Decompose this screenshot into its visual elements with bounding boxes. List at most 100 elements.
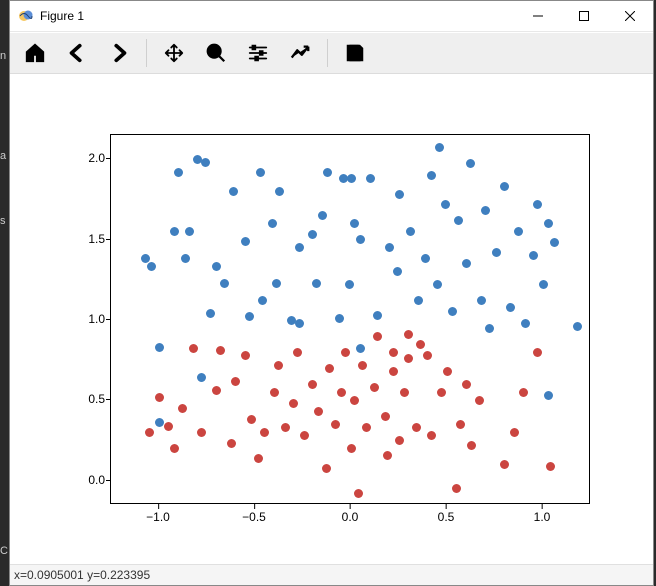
scatter-point-blue (295, 243, 304, 252)
scatter-point-blue (350, 219, 359, 228)
window-close-button[interactable] (607, 1, 653, 31)
scatter-point-blue (147, 262, 156, 271)
line-chart-icon (289, 42, 311, 64)
scatter-point-blue (245, 312, 254, 321)
scatter-point-blue (395, 190, 404, 199)
sliders-icon (247, 42, 269, 64)
toolbar-back-button[interactable] (57, 35, 97, 71)
toolbar-pan-button[interactable] (154, 35, 194, 71)
scatter-point-blue (514, 227, 523, 236)
window-title: Figure 1 (40, 9, 84, 23)
scatter-point-red (254, 454, 263, 463)
scatter-point-red (373, 332, 382, 341)
scatter-point-red (358, 361, 367, 370)
scatter-point-blue (385, 243, 394, 252)
scatter-point-red (270, 388, 279, 397)
scatter-point-red (416, 340, 425, 349)
scatter-point-blue (256, 168, 265, 177)
toolbar-separator (146, 39, 147, 67)
scatter-point-blue (220, 279, 229, 288)
x-tick-label: 1.0 (534, 510, 551, 524)
scatter-point-blue (406, 227, 415, 236)
y-tick-label: 1.5 (65, 232, 105, 246)
scatter-point-red (347, 444, 356, 453)
scatter-point-blue (521, 319, 530, 328)
scatter-point-red (354, 489, 363, 498)
scatter-point-red (341, 348, 350, 357)
window-maximize-button[interactable] (561, 1, 607, 31)
scatter-point-blue (466, 159, 475, 168)
scatter-point-red (308, 380, 317, 389)
scatter-point-blue (435, 143, 444, 152)
axes-area (110, 134, 590, 504)
toolbar-forward-button[interactable] (99, 35, 139, 71)
scatter-point-blue (414, 296, 423, 305)
scatter-point-blue (241, 237, 250, 246)
toolbar-zoom-button[interactable] (196, 35, 236, 71)
scatter-point-red (197, 428, 206, 437)
y-tick-label: 1.0 (65, 312, 105, 326)
scatter-point-blue (366, 174, 375, 183)
y-tick-label: 0.0 (65, 473, 105, 487)
scatter-point-red (178, 404, 187, 413)
forward-icon (108, 42, 130, 64)
x-tick-label: 0.0 (342, 510, 359, 524)
scatter-point-blue (206, 309, 215, 318)
scatter-point-blue (500, 182, 509, 191)
figure-canvas[interactable]: 0.00.51.01.52.0 −1.0−0.50.00.51.0 (10, 74, 653, 564)
window-titlebar: Figure 1 (10, 1, 653, 32)
scatter-point-red (274, 361, 283, 370)
zoom-icon (205, 42, 227, 64)
scatter-point-red (212, 386, 221, 395)
scatter-point-red (322, 464, 331, 473)
save-icon (344, 42, 366, 64)
scatter-point-blue (550, 238, 559, 247)
scatter-point-red (546, 462, 555, 471)
scatter-point-red (404, 330, 413, 339)
scatter-point-red (145, 428, 154, 437)
scatter-point-blue (258, 296, 267, 305)
scatter-point-blue (229, 187, 238, 196)
scatter-point-blue (295, 319, 304, 328)
scatter-point-red (241, 351, 250, 360)
scatter-point-red (500, 460, 509, 469)
scatter-point-red (300, 431, 309, 440)
scatter-point-red (510, 428, 519, 437)
scatter-point-blue (185, 227, 194, 236)
toolbar-edit-button[interactable] (280, 35, 320, 71)
scatter-point-blue (373, 311, 382, 320)
scatter-point-blue (275, 187, 284, 196)
cursor-coordinates: x=0.0905001 y=0.223395 (14, 568, 150, 582)
scatter-point-blue (485, 324, 494, 333)
scatter-point-blue (155, 418, 164, 427)
scatter-point-red (404, 354, 413, 363)
window-minimize-button[interactable] (515, 1, 561, 31)
toolbar-subplots-button[interactable] (238, 35, 278, 71)
scatter-point-red (216, 346, 225, 355)
scatter-point-red (281, 423, 290, 432)
scatter-point-red (170, 444, 179, 453)
scatter-point-blue (441, 200, 450, 209)
toolbar-home-button[interactable] (15, 35, 55, 71)
scatter-point-red (189, 344, 198, 353)
scatter-point-blue (427, 171, 436, 180)
scatter-point-blue (573, 322, 582, 331)
scatter-point-red (475, 396, 484, 405)
scatter-point-red (247, 415, 256, 424)
scatter-point-red (423, 351, 432, 360)
scatter-point-blue (335, 314, 344, 323)
scatter-point-blue (201, 158, 210, 167)
scatter-point-blue (506, 303, 515, 312)
scatter-point-red (155, 393, 164, 402)
scatter-point-red (400, 388, 409, 397)
toolbar (10, 32, 653, 74)
home-icon (24, 42, 46, 64)
scatter-point-blue (533, 200, 542, 209)
scatter-point-blue (421, 254, 430, 263)
scatter-point-red (293, 348, 302, 357)
scatter-point-blue (492, 248, 501, 257)
scatter-point-red (443, 367, 452, 376)
toolbar-save-button[interactable] (335, 35, 375, 71)
scatter-point-red (395, 436, 404, 445)
scatter-point-red (462, 380, 471, 389)
